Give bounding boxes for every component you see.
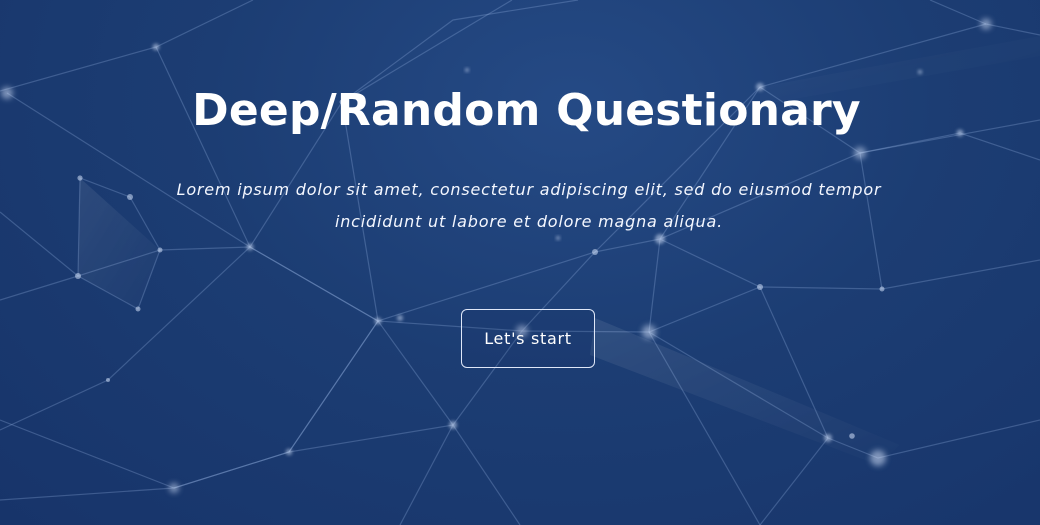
lets-start-button[interactable]: Let's start: [461, 309, 595, 368]
hero-section: Deep/Random Questionary Lorem ipsum dolo…: [0, 0, 1040, 525]
page-title: Deep/Random Questionary: [192, 85, 861, 136]
hero-subtitle: Lorem ipsum dolor sit amet, consectetur …: [176, 180, 882, 231]
hero-content: Deep/Random Questionary Lorem ipsum dolo…: [0, 0, 1040, 525]
